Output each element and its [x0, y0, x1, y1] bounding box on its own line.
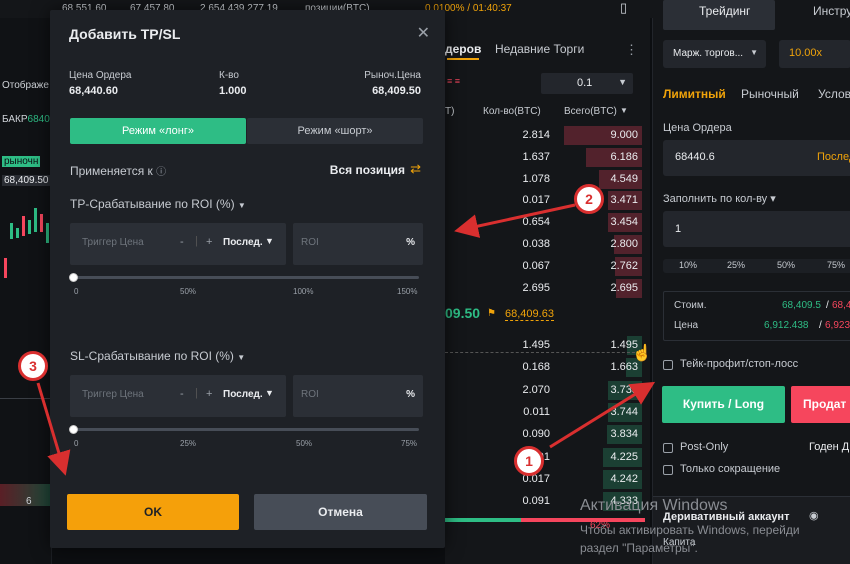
watermark-title: Активация Windows — [580, 497, 728, 514]
watermark-line3: раздел "Параметры". — [580, 541, 698, 555]
arrow-2 — [454, 203, 576, 238]
watermark-line2: Чтобы активировать Windows, перейди — [580, 523, 800, 537]
arrow-3 — [36, 382, 71, 476]
annotation-badge-2: 2 — [574, 184, 604, 214]
arrow-1 — [549, 381, 656, 449]
annotation-arrows — [36, 203, 656, 476]
annotation-badge-1: 1 — [514, 446, 544, 476]
annotation-badge-3: 3 — [18, 351, 48, 381]
